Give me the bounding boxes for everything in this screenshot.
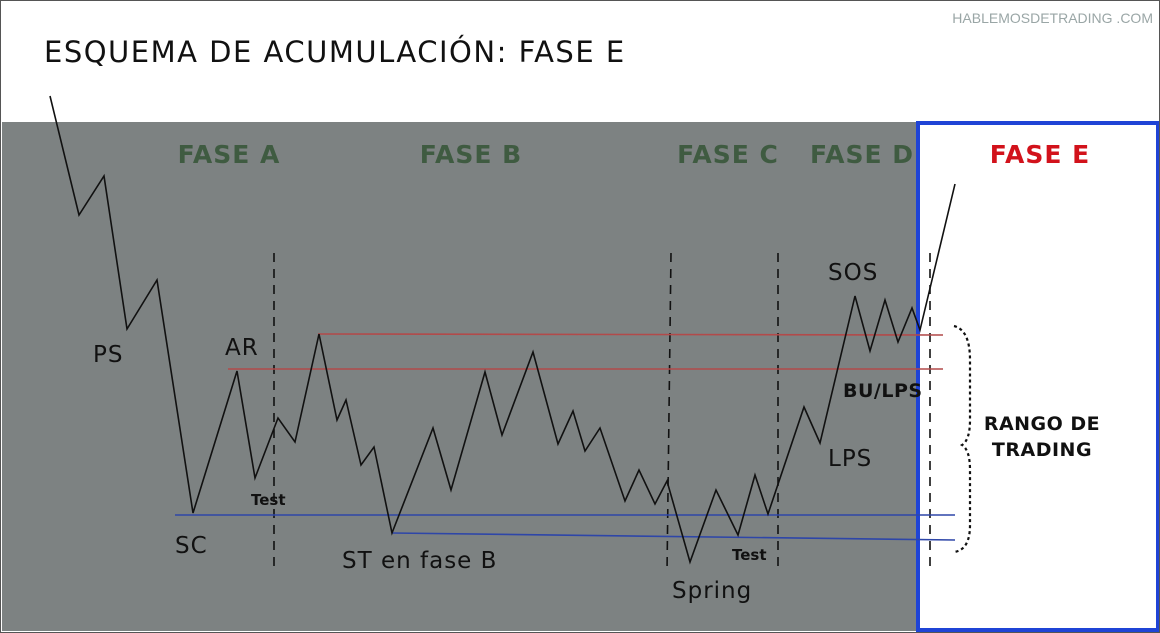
range-label-line-1: RANGO DE [984, 413, 1100, 435]
test-label-phase-a: Test [251, 491, 286, 509]
diagram-title: ESQUEMA DE ACUMULACIÓN: FASE E [44, 35, 626, 69]
phase-e-panel [916, 121, 1160, 632]
spring-label: Spring [672, 578, 752, 604]
accumulation-schematic: ESQUEMA DE ACUMULACIÓN: FASE E HABLEMOSD… [0, 0, 1160, 633]
phase-c-label: FASE C [677, 140, 779, 169]
ar-label: AR [225, 335, 259, 361]
phase-e-label: FASE E [990, 140, 1090, 169]
sc-label: SC [175, 533, 208, 559]
st-label: ST en fase B [342, 548, 497, 574]
upper-resistance-line [317, 333, 944, 336]
lps-label: LPS [828, 446, 872, 472]
range-label-line-2: TRADING [992, 439, 1092, 461]
bu-lps-label: BU/LPS [843, 380, 923, 402]
watermark: HABLEMOSDETRADING .COM [952, 10, 1153, 26]
phase-a-label: FASE A [178, 140, 281, 169]
sos-label: SOS [828, 260, 878, 286]
phase-d-label: FASE D [810, 140, 914, 169]
phase-b-label: FASE B [420, 140, 522, 169]
ps-label: PS [93, 342, 123, 368]
test-label-phase-c: Test [732, 546, 767, 564]
